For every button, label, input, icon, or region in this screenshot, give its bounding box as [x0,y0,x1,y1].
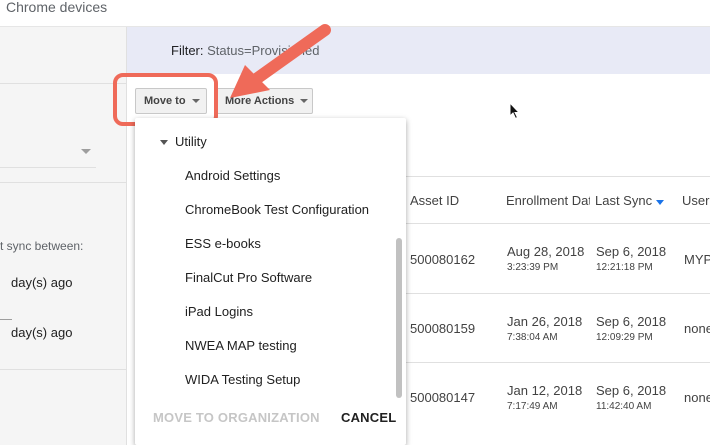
page-header: Chrome devices [0,0,710,27]
cell-last-sync-time: 11:42:40 AM [596,401,652,412]
org-unit-item[interactable]: ChromeBook Test Configuration [185,202,369,217]
cell-last-sync-date: Sep 6, 2018 [596,383,667,398]
cell-enrollment-time: 3:23:39 PM [507,262,559,273]
column-header-user[interactable]: User [682,193,709,208]
page-title: Chrome devices [6,0,108,15]
days-ago-label: day(s) ago [11,275,73,290]
cell-enrollment-time: 7:38:04 AM [507,332,558,343]
move-to-organization-button[interactable]: MOVE TO ORGANIZATION [153,410,320,425]
divider [0,182,126,183]
org-unit-item[interactable]: iPad Logins [185,304,253,319]
divider [0,369,126,370]
cell-last-sync-date: Sep 6, 2018 [596,314,667,329]
cell-enrollment-date: Jan 12, 2018 [507,383,583,398]
cancel-button[interactable]: CANCEL [341,410,396,425]
cell-user: none [684,321,710,336]
row-divider [405,293,710,294]
org-unit-item[interactable]: Android Settings [185,168,280,183]
sort-desc-icon[interactable] [656,200,664,205]
table-top-border [405,176,710,177]
org-unit-item[interactable]: ESS e-books [185,236,261,251]
dropdown-scrollbar[interactable] [396,238,402,398]
left-filter-panel: t sync between: day(s) ago day(s) ago [0,27,127,445]
select-caret-icon[interactable] [81,149,91,154]
org-unit-item[interactable]: FinalCut Pro Software [185,270,312,285]
cell-user: MYP [684,252,710,267]
days-input-underline[interactable] [0,319,12,320]
row-divider [405,223,710,224]
sync-between-label: t sync between: [0,239,84,253]
org-unit-item[interactable]: WIDA Testing Setup [185,372,300,387]
cell-asset-id: 500080159 [410,321,476,336]
cell-last-sync-date: Sep 6, 2018 [596,244,667,259]
org-unit-item[interactable]: NWEA MAP testing [185,338,297,353]
days-ago-label: day(s) ago [11,325,73,340]
cell-asset-id: 500080147 [410,390,476,405]
row-divider [405,362,710,363]
cell-enrollment-time: 7:17:49 AM [507,401,558,412]
callout-arrow-icon [230,24,331,98]
column-header-enrollment-date[interactable]: Enrollment Dat [506,193,590,208]
column-header-last-sync[interactable]: Last Sync [595,193,652,208]
cell-last-sync-time: 12:09:29 PM [596,332,653,343]
expand-caret-icon[interactable] [160,140,168,145]
cell-enrollment-date: Aug 28, 2018 [507,244,585,259]
divider [0,83,126,84]
divider [0,167,96,168]
cell-last-sync-time: 12:21:18 PM [596,262,653,273]
org-unit-utility[interactable]: Utility [175,134,207,149]
cell-user: none [684,390,710,405]
column-header-asset-id[interactable]: Asset ID [410,193,459,208]
cell-asset-id: 500080162 [410,252,476,267]
mouse-cursor-icon [509,102,521,120]
move-to-dropdown: Utility Android Settings ChromeBook Test… [135,118,406,445]
cell-enrollment-date: Jan 26, 2018 [507,314,583,329]
